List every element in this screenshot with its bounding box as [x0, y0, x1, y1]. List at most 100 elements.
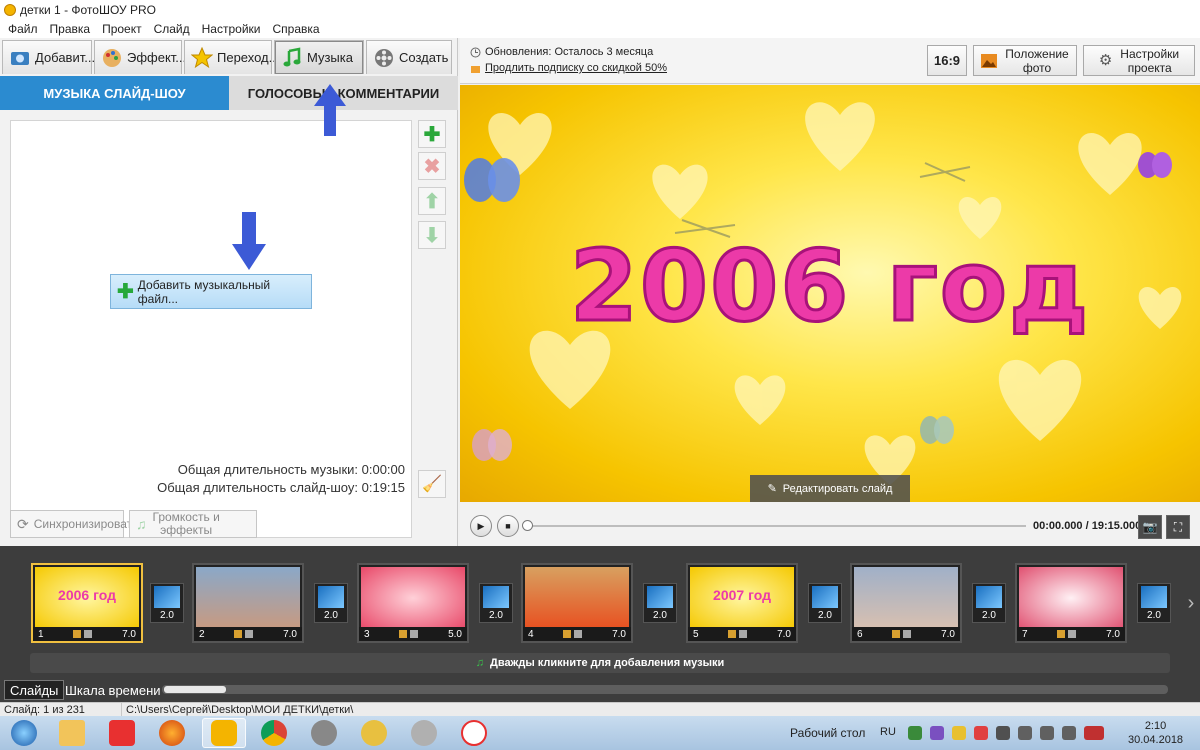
arrow-down-icon: ⬇ [423, 224, 441, 247]
viber-icon[interactable] [930, 726, 944, 740]
shield-icon[interactable] [952, 726, 966, 740]
volume-icon[interactable] [1062, 726, 1076, 740]
taskbar-yandex-browser[interactable] [452, 718, 496, 748]
slide-image [1019, 567, 1123, 629]
pencil-icon [73, 630, 82, 638]
stop-icon: ■ [505, 521, 511, 531]
slide-image [196, 567, 300, 629]
player-controls: ▶ ■ 00:00.000 / 19:15.000 📷 ⛶ [460, 502, 1200, 546]
transition-thumbnail[interactable]: 2.0 [1137, 583, 1171, 623]
transition-thumbnail[interactable]: 2.0 [972, 583, 1006, 623]
sync-button[interactable]: ⟳ Синхронизировать [10, 510, 138, 538]
menu-settings[interactable]: Настройки [196, 22, 267, 36]
taskbar-firefox[interactable] [150, 718, 194, 748]
stop-button[interactable]: ■ [497, 515, 519, 537]
menu-slide[interactable]: Слайд [148, 22, 196, 36]
slide-thumbnail[interactable]: 2006 год 1 7.0 [31, 563, 143, 643]
transition-thumbnail[interactable]: 2.0 [150, 583, 184, 623]
aspect-ratio-button[interactable]: 16:9 [927, 45, 967, 76]
taskbar-kmplayer[interactable] [352, 718, 396, 748]
renew-link[interactable]: Продлить подписку со скидкой 50% [485, 62, 667, 74]
arrow-up-icon [314, 84, 346, 136]
fotoshow-icon [211, 720, 237, 746]
transition-thumbnail[interactable]: 2.0 [479, 583, 513, 623]
tab-music[interactable]: Музыка [274, 40, 364, 74]
tab-transitions[interactable]: Переход... [184, 40, 279, 74]
folder-icon [59, 720, 85, 746]
slide-thumbnail[interactable]: 2007 год 5 7.0 [686, 563, 798, 643]
move-down-button[interactable]: ⬇ [418, 221, 446, 249]
desktop-toolbar[interactable]: Рабочий стол [790, 726, 865, 740]
music-note-icon [281, 46, 303, 69]
tab-add[interactable]: Добавит... [2, 40, 95, 74]
subtab-slideshow-music[interactable]: МУЗЫКА СЛАЙД-ШОУ [0, 76, 229, 110]
preview-toolbar: Обновления: Осталось 3 месяца Продлить п… [460, 38, 1200, 84]
slide-preview[interactable]: 2006 год ✎ Редактировать слайд [460, 85, 1200, 502]
torrent-icon[interactable] [908, 726, 922, 740]
clock-icon [470, 47, 481, 57]
play-icon: ▶ [477, 520, 485, 531]
taskbar-fotoshow[interactable] [202, 718, 246, 748]
arrow-up-icon: ⬆ [423, 190, 441, 213]
tab-effects[interactable]: Эффект... [94, 40, 186, 74]
fullscreen-button[interactable]: ⛶ [1166, 515, 1190, 539]
menu-file[interactable]: Файл [2, 22, 44, 36]
gear-icon: ⚙ [1098, 51, 1113, 69]
network-icon[interactable] [1040, 726, 1054, 740]
menu-help[interactable]: Справка [266, 22, 325, 36]
pencil-icon: ✎ [767, 483, 777, 495]
network-icon[interactable] [1018, 726, 1032, 740]
pencil-icon [1057, 630, 1066, 638]
chevron-right-icon[interactable]: › [1182, 563, 1200, 643]
transition-thumbnail[interactable]: 2.0 [643, 583, 677, 623]
slide-thumbnail[interactable]: 6 7.0 [850, 563, 962, 643]
volume-effects-label: Громкость и эффекты [152, 510, 220, 537]
music-track[interactable]: ♫ Дважды кликните для добавления музыки [30, 653, 1170, 673]
keyboard-icon[interactable] [996, 726, 1010, 740]
move-up-button[interactable]: ⬆ [418, 187, 446, 215]
ati-icon[interactable] [1084, 726, 1104, 740]
taskbar-explorer[interactable] [50, 718, 94, 748]
clear-button[interactable]: 🧹 [418, 470, 446, 498]
taskbar-speaker[interactable] [402, 718, 446, 748]
edit-slide-button[interactable]: ✎ Редактировать слайд [750, 475, 910, 502]
menu-project[interactable]: Проект [96, 22, 148, 36]
slide-thumbnail[interactable]: 7 7.0 [1015, 563, 1127, 643]
transition-thumbnail[interactable]: 2.0 [808, 583, 842, 623]
photo-position-label: Положение фото [1005, 46, 1069, 75]
taskbar-yandex-app[interactable] [100, 718, 144, 748]
taskbar-video[interactable] [302, 718, 346, 748]
tab-create[interactable]: Создать [366, 40, 452, 74]
add-track-button[interactable]: ✚ [418, 120, 446, 148]
filmstrip-scrollbar[interactable] [162, 685, 1168, 694]
volume-effects-button[interactable]: ♫ Громкость и эффекты [129, 510, 257, 538]
sync-icon: ⟳ [17, 515, 29, 532]
photo-icon [9, 47, 31, 69]
speaker-icon [84, 630, 93, 638]
plus-icon: ✚ [117, 280, 134, 303]
photo-position-button[interactable]: Положение фото [973, 45, 1077, 76]
system-clock[interactable]: 2:10 30.04.2018 [1128, 719, 1183, 747]
slide-thumbnail[interactable]: 3 5.0 [357, 563, 469, 643]
snapshot-button[interactable]: 📷 [1138, 515, 1162, 539]
play-button[interactable]: ▶ [470, 515, 492, 537]
tab-slides[interactable]: Слайды [4, 680, 65, 700]
tab-timeline[interactable]: Шкала времени [60, 680, 166, 700]
project-settings-button[interactable]: ⚙ Настройки проекта [1083, 45, 1195, 76]
start-button[interactable] [2, 718, 46, 748]
slide-thumbnail[interactable]: 4 7.0 [521, 563, 633, 643]
delete-track-button[interactable]: ✖ [418, 152, 446, 180]
slide-counter: Слайд: 1 из 231 [0, 703, 122, 716]
antivirus-icon[interactable] [974, 726, 988, 740]
scrollbar-thumb[interactable] [164, 686, 226, 693]
add-music-file-button[interactable]: ✚ Добавить музыкальный файл... [110, 274, 312, 309]
language-indicator[interactable]: RU [880, 726, 896, 738]
slide-thumbnail[interactable]: 2 7.0 [192, 563, 304, 643]
menu-edit[interactable]: Правка [44, 22, 97, 36]
taskbar-chrome[interactable] [252, 718, 296, 748]
status-bar: Слайд: 1 из 231 C:\Users\Сергей\Desktop\… [0, 702, 1200, 716]
transition-thumbnail[interactable]: 2.0 [314, 583, 348, 623]
seek-handle[interactable] [522, 520, 533, 531]
seek-bar[interactable] [526, 525, 1026, 527]
star-icon [190, 46, 214, 69]
